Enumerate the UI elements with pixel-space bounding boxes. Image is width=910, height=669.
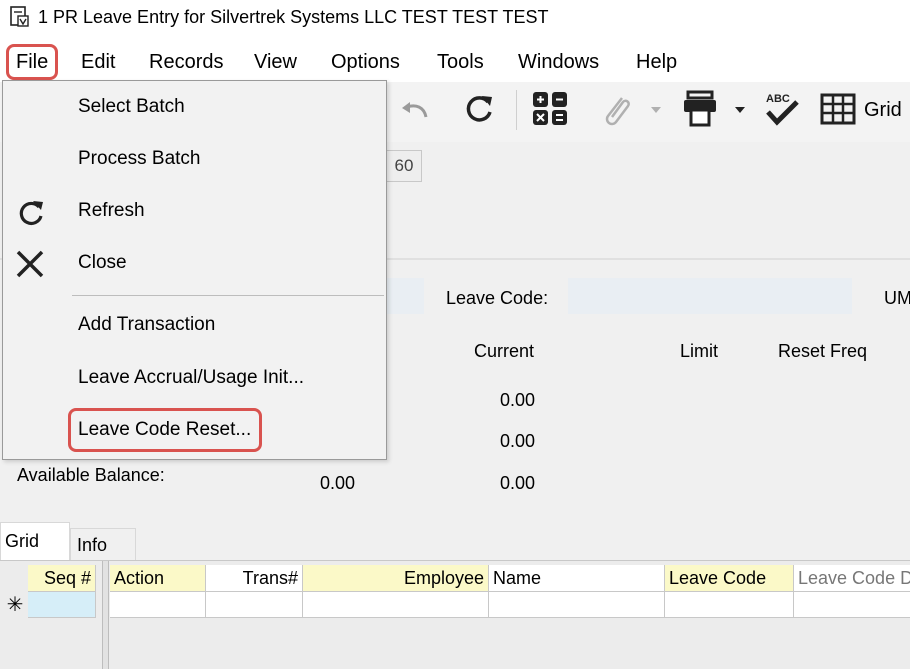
new-row-indicator: ✳ [6,594,24,616]
menu-item-close[interactable]: Close [78,250,127,276]
menu-item-process-batch[interactable]: Process Batch [78,146,201,172]
window-title: 1 PR Leave Entry for Silvertrek Systems … [38,7,549,27]
cell-leave-code-desc[interactable] [794,592,910,618]
column-header-action[interactable]: Action [110,565,206,592]
employee-field[interactable] [386,278,424,314]
undo-icon[interactable] [398,95,432,123]
cell-seq[interactable] [28,592,96,618]
menu-item-add-transaction[interactable]: Add Transaction [78,312,215,338]
leave-code-label: Leave Code: [446,288,549,308]
current-header: Current [474,341,535,361]
toolbar-separator [516,90,517,130]
calculator-icon[interactable] [530,90,570,128]
cell-action[interactable] [110,592,206,618]
cell-trans[interactable] [206,592,303,618]
refresh-icon [19,201,43,226]
tab-grid[interactable]: Grid [0,522,70,560]
menu-bar: File Edit Records View Options Tools Win… [0,42,910,82]
um-label: UM [884,288,910,308]
column-header-seq[interactable]: Seq # [28,565,96,592]
current-value-1: 0.00 [500,390,536,410]
grid-splitter[interactable] [102,561,109,669]
cell-employee[interactable] [303,592,489,618]
grid-icon[interactable] [820,93,856,125]
paperclip-icon[interactable] [598,92,634,128]
toolbar-grid-label[interactable]: Grid [864,96,902,124]
leave-code-field[interactable] [568,278,852,314]
printer-icon[interactable] [682,90,718,128]
column-header-employee[interactable]: Employee [303,565,489,592]
menu-records[interactable]: Records [149,42,223,82]
menu-item-refresh[interactable]: Refresh [78,198,145,224]
available-balance-value: 0.00 [320,473,356,493]
available-balance-label: Available Balance: [17,465,165,485]
chevron-down-icon[interactable] [734,106,746,114]
menu-tools[interactable]: Tools [437,42,484,82]
leave-code-reset-highlight [68,408,262,452]
column-header-leave-code[interactable]: Leave Code [665,565,794,592]
refresh-icon[interactable] [462,92,496,126]
menu-help[interactable]: Help [636,42,677,82]
menu-windows[interactable]: Windows [518,42,599,82]
menu-view[interactable]: View [254,42,297,82]
menu-edit[interactable]: Edit [81,42,115,82]
limit-header: Limit [680,341,719,361]
reset-freq-header: Reset Freq [778,341,868,361]
menu-item-leave-accrual-usage-init[interactable]: Leave Accrual/Usage Init... [78,365,304,391]
column-header-trans[interactable]: Trans# [206,565,303,592]
document-icon [10,6,29,27]
cell-leave-code[interactable] [665,592,794,618]
menu-options[interactable]: Options [331,42,400,82]
cell-name[interactable] [489,592,665,618]
close-icon [16,250,44,278]
chevron-down-icon[interactable] [650,106,662,114]
tab-bar [0,522,910,560]
svg-text:ABC: ABC [766,93,790,105]
column-header-name[interactable]: Name [489,565,665,592]
file-menu-dropdown [2,80,387,460]
current-value-2: 0.00 [500,431,536,451]
menu-separator [72,295,384,296]
tab-info[interactable]: Info [70,528,136,560]
file-menu-highlight [6,44,58,80]
current-value-3: 0.00 [500,473,536,493]
column-header-leave-code-desc[interactable]: Leave Code D [794,565,910,592]
menu-item-select-batch[interactable]: Select Batch [78,94,185,120]
batch-number: 60 [386,150,422,182]
spellcheck-icon[interactable]: ABC [762,90,802,128]
